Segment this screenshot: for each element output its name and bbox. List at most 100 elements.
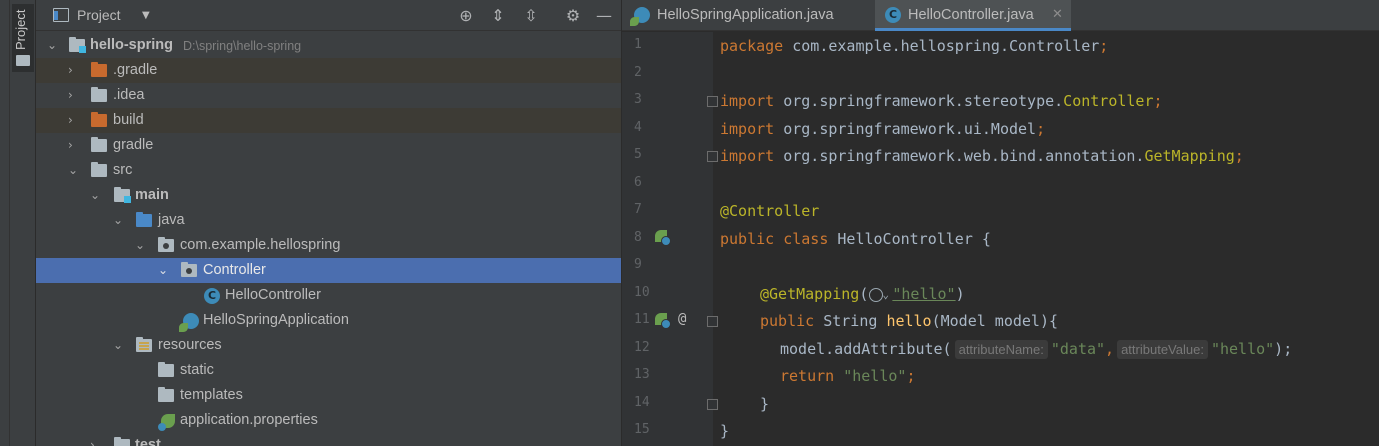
paren: ( xyxy=(859,285,869,303)
project-panel-header: Project ▼ ⊕ ⇕ ⇳ ⚙ — xyxy=(36,0,621,31)
tree-item-package[interactable]: ⌄ com.example.hellospring xyxy=(36,233,621,258)
chevron-right-icon[interactable]: › xyxy=(68,63,80,77)
folder-icon xyxy=(158,387,174,402)
code-line-3: import org.springframework.stereotype.Co… xyxy=(720,88,1163,115)
tree-item-label: .idea xyxy=(113,87,145,103)
line-number: 4 xyxy=(634,120,642,135)
annotation: @GetMapping xyxy=(760,285,860,303)
tab-hello-controller[interactable]: C HelloController.java ✕ xyxy=(875,0,1071,31)
excluded-folder-icon xyxy=(91,62,107,77)
minimize-icon[interactable]: — xyxy=(594,6,614,26)
tree-item-src[interactable]: ⌄ src xyxy=(36,158,621,183)
line-number: 12 xyxy=(634,340,650,355)
folder-icon xyxy=(91,137,107,152)
tree-item-label: templates xyxy=(180,387,243,403)
keyword: import xyxy=(720,92,775,110)
paren: ) xyxy=(955,285,965,303)
tree-item-label: src xyxy=(113,162,133,178)
fold-marker-icon[interactable] xyxy=(707,316,718,327)
tree-item-gradle[interactable]: › gradle xyxy=(36,133,621,158)
line-number: 6 xyxy=(634,175,642,190)
gear-icon[interactable]: ⚙ xyxy=(563,6,583,26)
folder-icon xyxy=(91,87,107,102)
spring-bean-gutter-icon[interactable] xyxy=(655,313,671,329)
module-folder-icon xyxy=(69,37,86,53)
tree-item-test[interactable]: › test xyxy=(36,433,621,446)
chevron-down-icon[interactable]: ⌄ xyxy=(113,213,125,227)
fold-marker-icon[interactable] xyxy=(707,151,718,162)
chevron-right-icon[interactable]: › xyxy=(90,438,102,446)
tree-item-hello-spring[interactable]: ⌄ hello-spring D:\spring\hello-spring xyxy=(36,33,621,58)
line-number: 13 xyxy=(634,367,650,382)
tree-item-static[interactable]: static xyxy=(36,358,621,383)
chevron-down-icon[interactable]: ⌄ xyxy=(90,188,102,202)
tree-item-controller[interactable]: ⌄ Controller xyxy=(36,258,621,283)
chevron-down-icon[interactable]: ⌄ xyxy=(68,163,80,177)
chevron-down-icon[interactable]: ⌄ xyxy=(135,238,147,252)
tree-item-label: HelloController xyxy=(225,287,321,303)
at-sign-icon[interactable]: @ xyxy=(678,311,686,327)
locate-icon[interactable]: ⊕ xyxy=(456,6,476,26)
chevron-down-icon[interactable]: ⌄ xyxy=(113,338,125,352)
tree-item-label: static xyxy=(180,362,214,378)
tree-item-hello-spring-application[interactable]: HelloSpringApplication xyxy=(36,308,621,333)
parameter-hint: attributeValue: xyxy=(1117,340,1208,359)
method-call: model.addAttribute( xyxy=(780,340,952,358)
line-number: 9 xyxy=(634,257,642,272)
tab-label: HelloSpringApplication.java xyxy=(657,7,834,23)
tree-item-application-properties[interactable]: application.properties xyxy=(36,408,621,433)
expand-all-icon[interactable]: ⇕ xyxy=(488,6,508,26)
tree-item-templates[interactable]: templates xyxy=(36,383,621,408)
spring-bean-gutter-icon[interactable] xyxy=(655,230,671,246)
chevron-right-icon[interactable]: › xyxy=(68,138,80,152)
semicolon: ; xyxy=(1234,147,1244,165)
tree-item-java[interactable]: ⌄ java xyxy=(36,208,621,233)
chevron-right-icon[interactable]: › xyxy=(68,113,80,127)
project-tool-tab-label[interactable]: Project xyxy=(13,10,28,50)
folder-icon xyxy=(91,162,107,177)
project-panel-title[interactable]: Project xyxy=(77,7,121,23)
line-number: 5 xyxy=(634,147,642,162)
web-globe-icon[interactable] xyxy=(868,281,892,308)
collapse-all-icon[interactable]: ⇳ xyxy=(521,6,541,26)
tree-item-label: HelloSpringApplication xyxy=(203,312,349,328)
spring-properties-icon xyxy=(158,414,175,431)
string-literal: "hello" xyxy=(892,285,956,303)
fold-marker-icon[interactable] xyxy=(707,399,718,410)
spring-boot-class-icon xyxy=(179,313,199,332)
tree-item-hello-controller[interactable]: C HelloController xyxy=(36,283,621,308)
tree-item-main[interactable]: ⌄ main xyxy=(36,183,621,208)
method-name: hello xyxy=(886,312,932,330)
code-editor[interactable]: 1 2 3 4 5 6 7 8 9 10 11 12 13 14 15 @ pa… xyxy=(622,32,1379,446)
chevron-right-icon[interactable]: › xyxy=(68,88,80,102)
folder-icon xyxy=(16,55,30,66)
project-panel: Project ▼ ⊕ ⇕ ⇳ ⚙ — ⌄ hello-spring D:\sp… xyxy=(36,0,621,446)
class-icon: C xyxy=(885,7,901,23)
method-params: (Model model){ xyxy=(931,312,1059,330)
left-tool-strip xyxy=(0,0,10,446)
closing-brace: } xyxy=(720,422,730,440)
tab-hello-spring-application[interactable]: HelloSpringApplication.java xyxy=(622,0,875,31)
annotation: @Controller xyxy=(720,202,820,220)
package-name: com.example.hellospring.Controller xyxy=(783,37,1100,55)
editor-tab-bar: HelloSpringApplication.java C HelloContr… xyxy=(622,0,1379,31)
chevron-down-icon[interactable]: ⌄ xyxy=(47,38,59,52)
tree-item-idea[interactable]: › .idea xyxy=(36,83,621,108)
tree-item-label: hello-spring xyxy=(90,37,173,53)
tree-item-label: Controller xyxy=(203,262,266,278)
code-line-8: public class HelloController { xyxy=(720,226,991,253)
string-literal: "data" xyxy=(1050,340,1106,358)
chevron-down-icon[interactable]: ⌄ xyxy=(158,263,170,277)
tree-item-label: test xyxy=(135,437,161,446)
fold-marker-icon[interactable] xyxy=(707,96,718,107)
tree-item-build[interactable]: › build xyxy=(36,108,621,133)
import-class: Controller xyxy=(1063,92,1154,110)
keyword: import xyxy=(720,147,775,165)
tree-item-resources[interactable]: ⌄ resources xyxy=(36,333,621,358)
chevron-down-icon[interactable]: ▼ xyxy=(142,10,150,21)
module-folder-icon xyxy=(114,187,131,203)
tree-item-label: build xyxy=(113,112,144,128)
tree-item-label: java xyxy=(158,212,185,228)
close-icon[interactable]: ✕ xyxy=(1052,7,1063,22)
tree-item-gradle-cache[interactable]: › .gradle xyxy=(36,58,621,83)
